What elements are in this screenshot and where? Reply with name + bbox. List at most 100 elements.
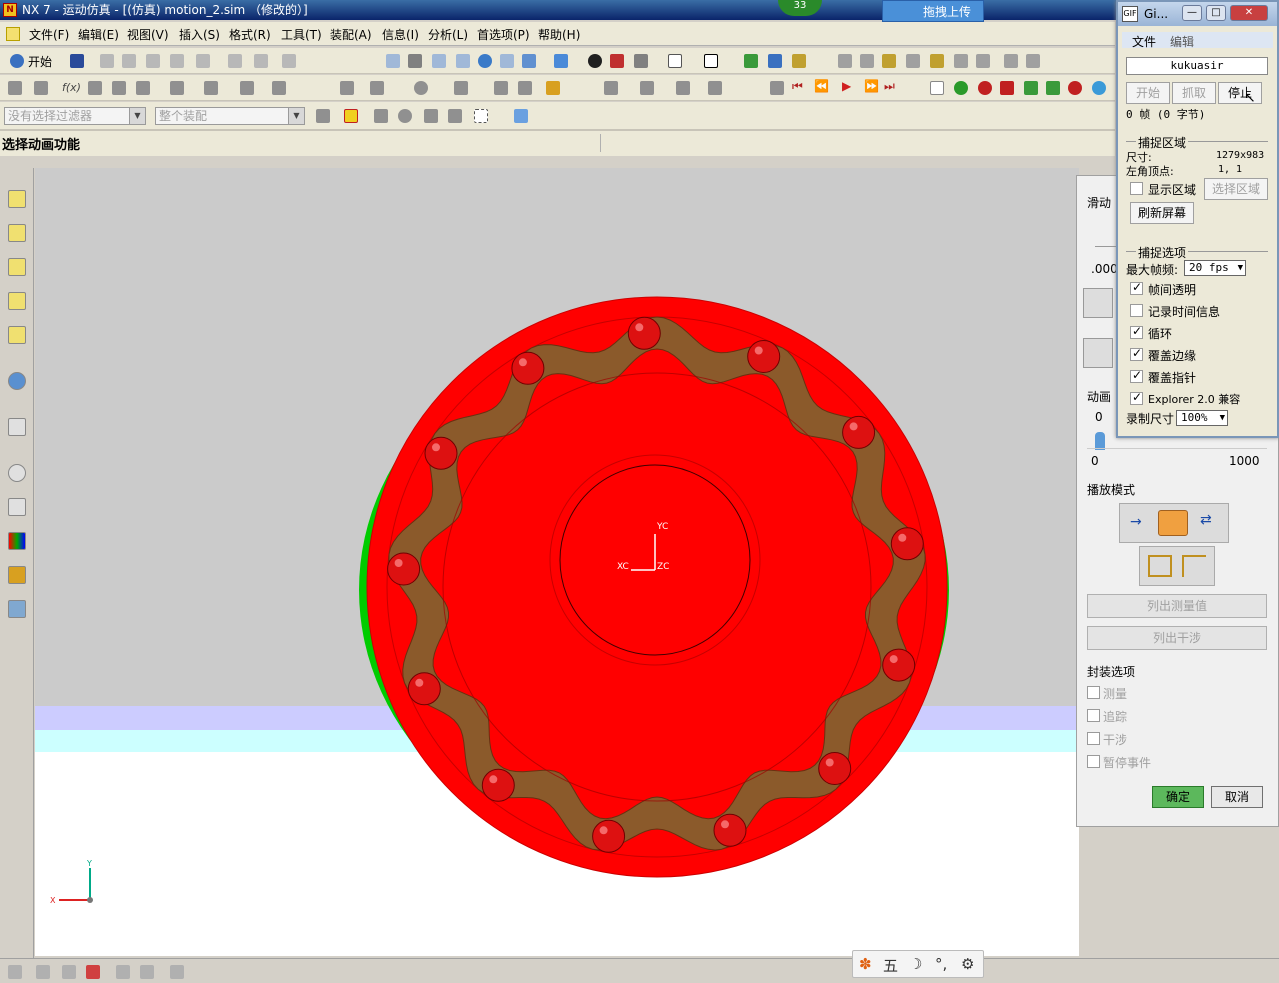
filter-settings-icon[interactable]	[316, 109, 330, 123]
marker-icon[interactable]	[240, 81, 254, 95]
step-back-icon[interactable]: ⏪	[814, 79, 829, 93]
measure-icon[interactable]	[1004, 54, 1018, 68]
select-icon-1[interactable]	[374, 109, 388, 123]
paste-icon[interactable]	[146, 54, 160, 68]
select-icon-2[interactable]	[398, 109, 412, 123]
ime-settings-icon[interactable]: ⚙	[961, 955, 974, 973]
snap-icon-4[interactable]	[906, 54, 920, 68]
fit-icon[interactable]	[386, 54, 400, 68]
record-icon[interactable]	[954, 81, 968, 95]
refresh-screen-button[interactable]: 刷新屏幕	[1130, 202, 1194, 224]
stop-record-icon[interactable]	[978, 81, 992, 95]
ok-button[interactable]: 确定	[1152, 786, 1204, 808]
list-measures-button[interactable]: 列出测量值	[1087, 594, 1267, 618]
shaded-icon[interactable]	[554, 54, 568, 68]
graphics-window[interactable]: YC XC ZC Y X	[35, 168, 1079, 956]
capture-option-checkbox[interactable]	[1130, 280, 1143, 295]
motion-navigator-icon[interactable]	[8, 292, 26, 310]
menu-insert[interactable]: 插入(S)	[179, 26, 220, 43]
coupler-icon[interactable]	[454, 81, 468, 95]
repeat-icon[interactable]	[254, 54, 268, 68]
assembly-scope-select[interactable]: 整个装配 ▼	[155, 107, 305, 125]
result-icon[interactable]	[604, 81, 618, 95]
assembly-navigator-icon[interactable]	[8, 190, 26, 208]
close-button[interactable]: ✕	[1230, 5, 1268, 21]
zoom-icon[interactable]	[408, 54, 422, 68]
layout-icon[interactable]	[668, 54, 682, 68]
undo-icon[interactable]	[196, 54, 210, 68]
step-back-button[interactable]	[1083, 288, 1113, 318]
part-navigator-icon[interactable]	[8, 258, 26, 276]
max-fps-select[interactable]: 20 fps ▼	[1184, 260, 1246, 276]
filter-select[interactable]: 没有选择过滤器 ▼	[4, 107, 146, 125]
face-analysis-icon[interactable]	[634, 54, 648, 68]
play-once-icon[interactable]: →	[1130, 514, 1142, 530]
redo-icon[interactable]	[228, 54, 242, 68]
motion-icon-2[interactable]	[768, 54, 782, 68]
menu-assembly[interactable]: 装配(A)	[330, 26, 372, 43]
snap-icon-7[interactable]	[976, 54, 990, 68]
tool-icon-2[interactable]	[34, 81, 48, 95]
path-icon-1[interactable]	[1148, 555, 1172, 577]
cut-icon[interactable]	[100, 54, 114, 68]
model-view[interactable]: YC XC ZC Y X	[35, 168, 1079, 956]
pack-option-measure-checkbox[interactable]	[1087, 686, 1100, 699]
joint-icon[interactable]	[112, 81, 126, 95]
copy-icon[interactable]	[122, 54, 136, 68]
gif-capture-button[interactable]: 抓取	[1172, 82, 1216, 104]
maximize-button[interactable]: □	[1206, 5, 1226, 21]
menu-analysis[interactable]: 分析(L)	[428, 26, 468, 43]
contact-icon[interactable]	[204, 81, 218, 95]
menu-format[interactable]: 格式(R)	[229, 26, 271, 43]
snap-icon-6[interactable]	[954, 54, 968, 68]
torque-icon[interactable]	[414, 81, 428, 95]
start-button[interactable]: 开始	[28, 53, 52, 70]
loop-mode-icon[interactable]	[1158, 510, 1188, 536]
motion-icon-3[interactable]	[792, 54, 806, 68]
force-icon[interactable]	[370, 81, 384, 95]
rectangle-select-icon[interactable]	[474, 109, 488, 123]
link-icon[interactable]	[88, 81, 102, 95]
section-icon[interactable]	[610, 54, 624, 68]
save-icon[interactable]	[70, 54, 84, 68]
palette-icon[interactable]	[8, 498, 26, 516]
step-forward-icon[interactable]: ⏩	[864, 79, 879, 93]
camera-icon[interactable]	[1000, 81, 1014, 95]
select-icon-4[interactable]	[448, 109, 462, 123]
explode-icon[interactable]	[1046, 81, 1060, 95]
menu-info[interactable]: 信息(I)	[382, 26, 419, 43]
tool-icon-1[interactable]	[8, 81, 22, 95]
status-icon-4[interactable]	[86, 965, 100, 979]
reuse-library-icon[interactable]	[8, 326, 26, 344]
spring-icon[interactable]	[170, 81, 184, 95]
gif-start-button[interactable]: 开始	[1126, 82, 1170, 104]
color-palette-icon[interactable]	[8, 532, 26, 550]
pack-option-trace-checkbox[interactable]	[1087, 709, 1100, 722]
perspective-icon[interactable]	[500, 54, 514, 68]
select-icon-3[interactable]	[424, 109, 438, 123]
roles-icon[interactable]	[8, 566, 26, 584]
ime-mode[interactable]: 五	[883, 955, 898, 976]
pack-option-pause-checkbox[interactable]	[1087, 755, 1100, 768]
load-icon[interactable]	[340, 81, 354, 95]
motion-icon-1[interactable]	[744, 54, 758, 68]
status-icon-7[interactable]	[170, 965, 184, 979]
snap-icon-3[interactable]	[882, 54, 896, 68]
speed-slider-track[interactable]	[1087, 448, 1267, 449]
path-icon-2[interactable]	[1182, 555, 1206, 577]
command-finder-icon[interactable]	[282, 54, 296, 68]
status-icon-2[interactable]	[36, 965, 50, 979]
capture-option-checkbox[interactable]	[1130, 390, 1143, 405]
menu-view[interactable]: 视图(V)	[127, 26, 169, 43]
drag-upload-button[interactable]: 拖拽上传	[882, 0, 984, 22]
trace-icon[interactable]	[1024, 81, 1038, 95]
cancel-button[interactable]: 取消	[1211, 786, 1263, 808]
ping-pong-icon[interactable]: ⇄	[1200, 512, 1212, 528]
snap-icon-5[interactable]	[930, 54, 944, 68]
gif-menu-file[interactable]: 文件	[1132, 33, 1156, 50]
menu-file[interactable]: 文件(F)	[29, 26, 69, 43]
display-mode-icon[interactable]	[588, 54, 602, 68]
record-size-select[interactable]: 100% ▼	[1176, 410, 1228, 426]
gif-menu-edit[interactable]: 编辑	[1170, 33, 1194, 50]
list-interference-button[interactable]: 列出干涉	[1087, 626, 1267, 650]
